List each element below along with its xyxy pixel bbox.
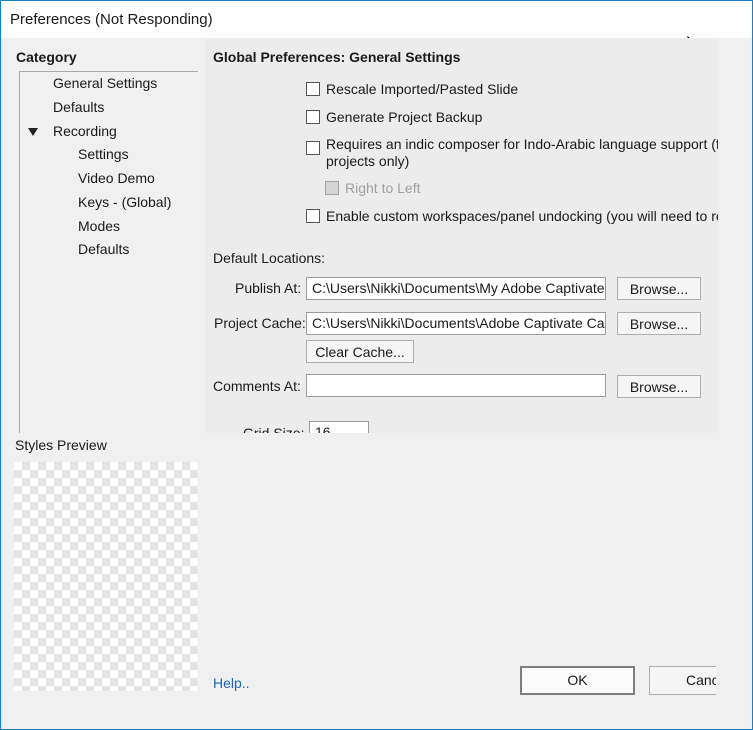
tree-item-settings[interactable]: Settings bbox=[78, 146, 129, 162]
generate-backup-label: Generate Project Backup bbox=[326, 109, 483, 125]
window-title: Preferences (Not Responding) bbox=[10, 11, 213, 28]
category-header: Category bbox=[16, 49, 77, 65]
tree-item-video-demo[interactable]: Video Demo bbox=[78, 170, 155, 186]
rescale-imported-checkbox[interactable] bbox=[306, 82, 320, 96]
clear-cache-button[interactable]: Clear Cache... bbox=[306, 340, 414, 363]
publish-at-browse-button[interactable]: Browse... bbox=[617, 277, 701, 300]
tree-item-recording[interactable]: Recording bbox=[53, 123, 117, 139]
right-to-left-label: Right to Left bbox=[345, 180, 421, 196]
cancel-button[interactable]: Cance bbox=[649, 666, 716, 695]
comments-at-label: Comments At: bbox=[213, 378, 301, 394]
comments-at-field[interactable] bbox=[306, 374, 606, 397]
generate-backup-checkbox[interactable] bbox=[306, 110, 320, 124]
dialog-body: Category General Settings Defaults Recor… bbox=[1, 38, 752, 729]
category-tree[interactable]: General Settings Defaults Recording Sett… bbox=[19, 71, 198, 433]
settings-panel-blank-area bbox=[205, 433, 718, 729]
cancel-button-clip: Cance bbox=[649, 666, 716, 695]
tree-item-defaults[interactable]: Defaults bbox=[53, 99, 104, 115]
tree-item-general-settings[interactable]: General Settings bbox=[53, 75, 157, 91]
tree-item-modes[interactable]: Modes bbox=[78, 218, 120, 234]
indic-composer-checkbox-row[interactable]: Requires an indic composer for Indo-Arab… bbox=[306, 136, 718, 172]
indic-composer-label-line2: projects only) bbox=[326, 153, 410, 169]
styles-preview-area bbox=[14, 462, 199, 691]
default-locations-label: Default Locations: bbox=[213, 250, 326, 266]
styles-preview-label: Styles Preview bbox=[15, 437, 107, 453]
indic-composer-label-line1: Requires an indic composer for Indo-Arab… bbox=[326, 136, 718, 152]
right-to-left-checkbox bbox=[325, 181, 339, 195]
rescale-imported-label: Rescale Imported/Pasted Slide bbox=[326, 81, 519, 97]
preferences-window: Preferences (Not Responding) Category Ge… bbox=[0, 0, 753, 730]
help-link[interactable]: Help.. bbox=[213, 675, 250, 691]
publish-at-label: Publish At: bbox=[235, 280, 302, 296]
title-bar: Preferences (Not Responding) bbox=[1, 1, 752, 56]
grid-size-field[interactable]: 16 bbox=[309, 421, 369, 433]
project-cache-label: Project Cache: bbox=[214, 315, 306, 331]
publish-at-field[interactable]: C:\Users\Nikki\Documents\My Adobe Captiv… bbox=[306, 277, 606, 300]
tree-item-recording-defaults[interactable]: Defaults bbox=[78, 241, 129, 257]
project-cache-browse-button[interactable]: Browse... bbox=[617, 312, 701, 335]
expand-arrow-icon[interactable] bbox=[28, 127, 38, 137]
custom-workspaces-checkbox[interactable] bbox=[306, 209, 320, 223]
settings-panel: Global Preferences: General Settings Res… bbox=[205, 38, 718, 433]
settings-title: Global Preferences: General Settings bbox=[213, 49, 461, 65]
custom-workspaces-label: Enable custom workspaces/panel undocking… bbox=[326, 208, 718, 224]
indic-composer-checkbox[interactable] bbox=[306, 141, 320, 155]
project-cache-field[interactable]: C:\Users\Nikki\Documents\Adobe Captivate… bbox=[306, 312, 606, 335]
comments-at-browse-button[interactable]: Browse... bbox=[617, 375, 701, 398]
grid-size-label: Grid Size: bbox=[243, 425, 305, 433]
tree-item-keys-global[interactable]: Keys - (Global) bbox=[78, 194, 171, 210]
ok-button[interactable]: OK bbox=[520, 666, 635, 695]
